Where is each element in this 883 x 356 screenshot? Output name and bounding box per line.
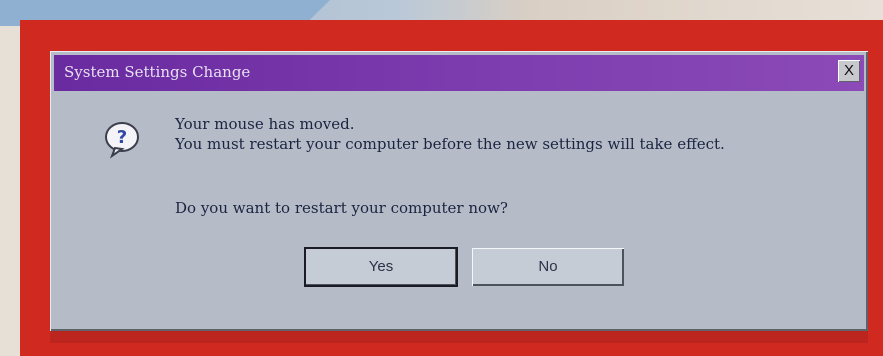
screen: System Settings Change X ? Your mouse ha… <box>0 0 883 356</box>
system-settings-dialog: System Settings Change X ? Your mouse ha… <box>50 51 868 331</box>
close-button[interactable]: X <box>838 60 860 82</box>
svg-text:?: ? <box>117 127 127 148</box>
message-line-1: Your mouse has moved. <box>175 115 355 133</box>
message-line-2: You must restart your computer before th… <box>175 135 725 153</box>
dialog-shadow <box>50 331 868 343</box>
dialog-question: Do you want to restart your computer now… <box>175 199 508 217</box>
dialog-message: Your mouse has moved. You must restart y… <box>175 114 835 154</box>
dialog-title: System Settings Change <box>64 63 251 81</box>
question-icon: ? <box>102 118 144 160</box>
no-button[interactable]: No <box>472 248 624 286</box>
yes-button[interactable]: Yes <box>304 247 458 287</box>
left-gutter <box>0 0 20 356</box>
dialog-titlebar[interactable]: System Settings Change X <box>54 55 864 91</box>
